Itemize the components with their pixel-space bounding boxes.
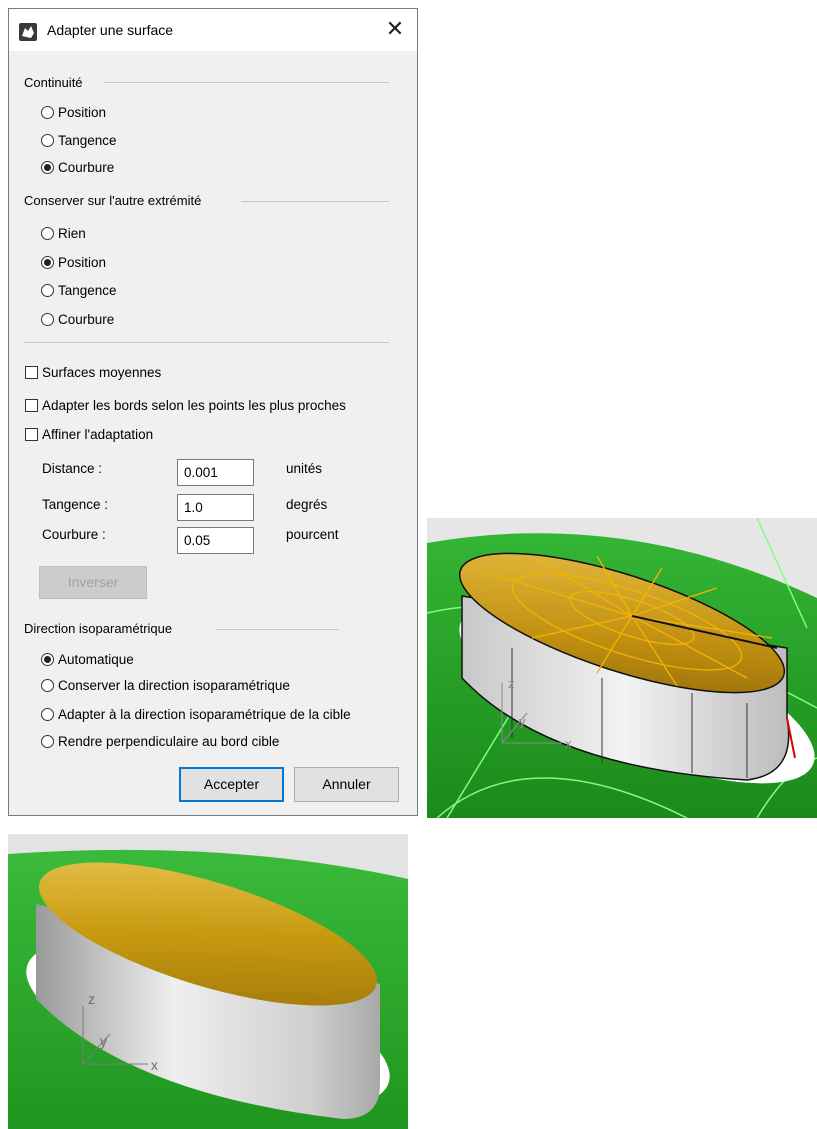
window-title: Adapter une surface <box>47 22 174 38</box>
curvature-unit: pourcent <box>286 527 339 542</box>
isoparm-group-label: Direction isoparamétrique <box>24 621 173 636</box>
curvature-label: Courbure : <box>42 527 106 542</box>
viewport-render: z y x <box>8 834 408 1129</box>
axis-x-label: x <box>151 1057 158 1073</box>
match-by-closest-points-checkbox[interactable]: Adapter les bords selon les points les p… <box>25 398 346 413</box>
continuity-group-label: Continuité <box>24 75 83 90</box>
other-end-tangency-radio[interactable]: Tangence <box>41 283 117 298</box>
continuity-position-radio[interactable]: Position <box>41 105 106 120</box>
invert-button[interactable]: Inverser <box>39 566 147 599</box>
checkbox-icon <box>25 428 38 441</box>
radio-icon <box>41 735 54 748</box>
isoparm-perpendicular-radio[interactable]: Rendre perpendiculaire au bord cible <box>41 734 279 749</box>
checkbox-icon <box>25 366 38 379</box>
viewport-isocurves[interactable]: z y x <box>427 518 817 818</box>
other-end-group-label: Conserver sur l'autre extrémité <box>24 193 202 208</box>
other-end-position-radio[interactable]: Position <box>41 255 106 270</box>
checkbox-icon <box>25 399 38 412</box>
tangency-input[interactable] <box>177 494 254 521</box>
continuity-tangency-radio[interactable]: Tangence <box>41 133 117 148</box>
cancel-button[interactable]: Annuler <box>294 767 399 802</box>
radio-icon <box>41 227 54 240</box>
axis-z-label: z <box>88 991 95 1007</box>
radio-icon <box>41 284 54 297</box>
continuity-curvature-radio[interactable]: Courbure <box>41 160 114 175</box>
divider <box>24 342 389 343</box>
curvature-input[interactable] <box>177 527 254 554</box>
radio-icon <box>41 708 54 721</box>
refine-match-checkbox[interactable]: Affiner l'adaptation <box>25 427 153 442</box>
other-end-none-radio[interactable]: Rien <box>41 226 86 241</box>
isoparm-preserve-radio[interactable]: Conserver la direction isoparamétrique <box>41 678 290 693</box>
accept-button[interactable]: Accepter <box>179 767 284 802</box>
radio-icon <box>41 679 54 692</box>
radio-selected-icon <box>41 653 54 666</box>
close-icon[interactable]: ✕ <box>373 9 417 51</box>
axis-x-label: x <box>565 736 572 751</box>
radio-selected-icon <box>41 161 54 174</box>
divider <box>216 629 339 630</box>
distance-label: Distance : <box>42 461 103 476</box>
viewport-shaded[interactable]: z y x <box>8 834 408 1129</box>
other-end-curvature-radio[interactable]: Courbure <box>41 312 114 327</box>
radio-icon <box>41 134 54 147</box>
distance-input[interactable] <box>177 459 254 486</box>
average-surfaces-checkbox[interactable]: Surfaces moyennes <box>25 365 161 380</box>
distance-unit: unités <box>286 461 323 476</box>
isoparm-automatic-radio[interactable]: Automatique <box>41 652 134 667</box>
divider <box>104 82 389 83</box>
radio-icon <box>41 313 54 326</box>
tangency-label: Tangence : <box>42 497 109 512</box>
radio-icon <box>41 106 54 119</box>
axis-y-label: y <box>100 1033 107 1049</box>
radio-selected-icon <box>41 256 54 269</box>
divider <box>241 201 389 202</box>
isoparm-match-target-radio[interactable]: Adapter à la direction isoparamétrique d… <box>41 707 351 722</box>
rhino-app-icon <box>19 23 37 41</box>
match-surface-dialog: Adapter une surface ✕ Continuité Positio… <box>8 8 418 816</box>
axis-y-label: y <box>519 714 526 729</box>
title-bar: Adapter une surface ✕ <box>9 9 417 51</box>
axis-z-label: z <box>508 676 515 691</box>
tangency-unit: degrés <box>286 497 328 512</box>
viewport-render: z y x <box>427 518 817 818</box>
